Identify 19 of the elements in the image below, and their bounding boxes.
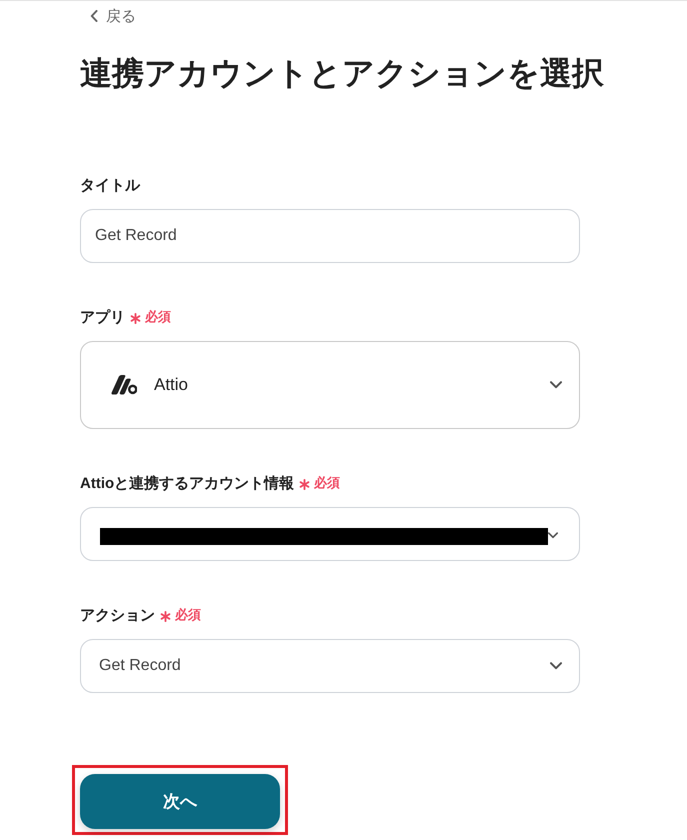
required-text: 必須 <box>314 474 340 492</box>
chevron-down-icon <box>548 532 558 539</box>
app-select[interactable]: Attio <box>80 341 580 429</box>
page-title: 連携アカウントとアクションを選択 <box>80 54 605 93</box>
chevron-down-icon <box>550 662 562 670</box>
action-select[interactable]: Get Record <box>80 639 580 693</box>
account-select[interactable] <box>80 507 580 561</box>
field-label: Attioと連携するアカウント情報 <box>80 474 294 492</box>
title-input[interactable]: Get Record <box>80 209 580 263</box>
next-button[interactable]: 次へ <box>80 774 280 829</box>
back-link[interactable]: 戻る <box>90 5 136 27</box>
app-logo-icon <box>111 375 137 395</box>
required-text: 必須 <box>145 308 171 326</box>
field-label: タイトル <box>80 176 140 194</box>
chevron-down-icon <box>550 381 562 389</box>
chevron-left-icon <box>90 10 98 22</box>
field-label: アクション <box>80 606 155 624</box>
required-text: 必須 <box>175 606 201 624</box>
field-label: アプリ <box>80 308 125 326</box>
